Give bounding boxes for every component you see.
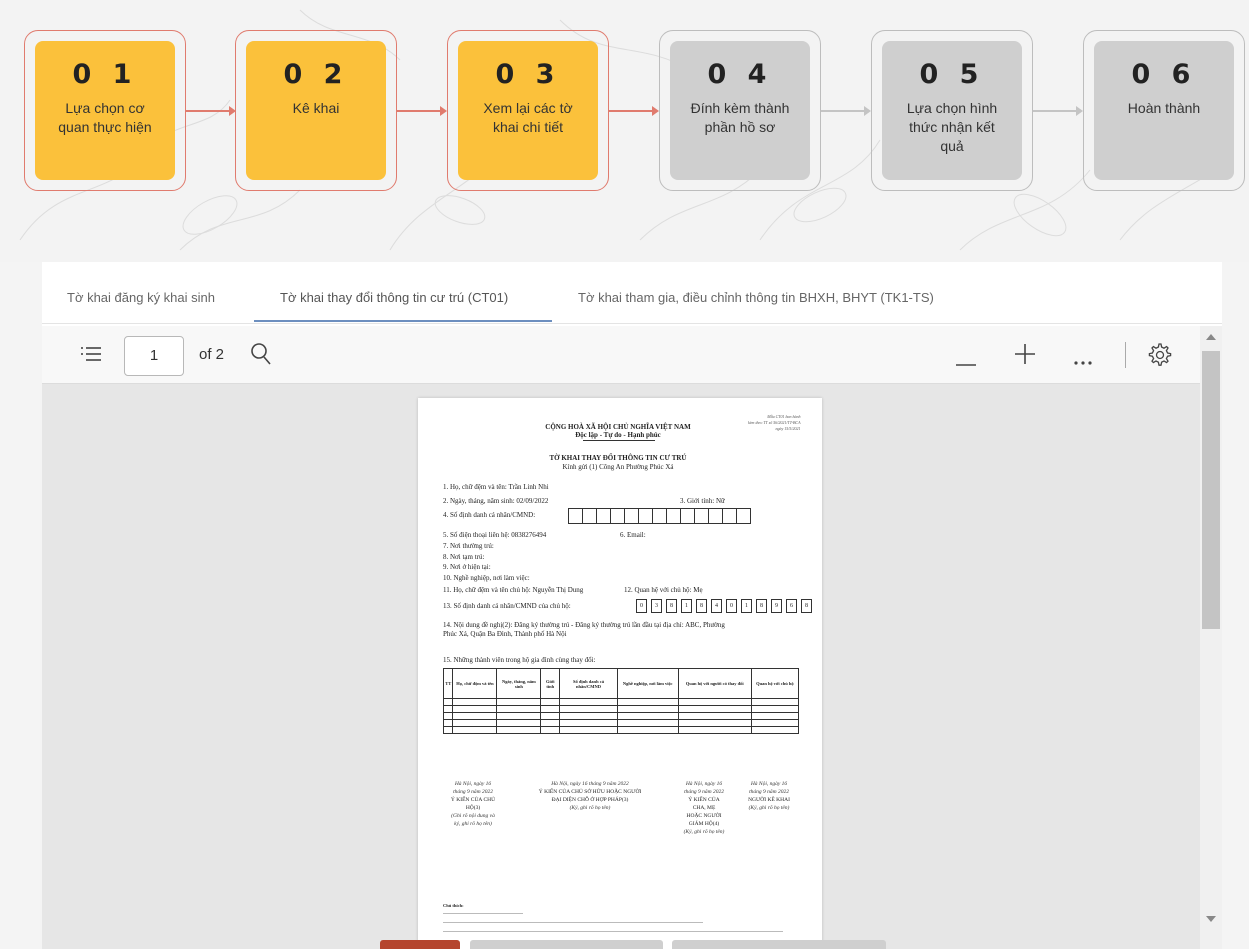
field-id-number: 4. Số định danh cá nhân/CMND:: [443, 511, 536, 519]
step-4-label: Đính kèm thành phần hồ sơ: [690, 100, 790, 135]
table-row: [442, 705, 800, 713]
toolbar-divider: [1125, 342, 1126, 368]
scroll-down-icon[interactable]: [1206, 916, 1216, 922]
signature-guardian: Hà Nội, ngày 16 tháng 9 năm 2022 Ý KIẾN …: [683, 781, 725, 835]
field-household-head: 11. Họ, chữ đệm và tên chủ hộ: Nguyễn Th…: [443, 586, 584, 594]
tab-residence-change-ct01[interactable]: Tờ khai thay đổi thông tin cư trú (CT01): [280, 290, 508, 305]
step-3-box: 0 3 Xem lại các tờ khai chi tiết: [458, 41, 598, 180]
floral-background-decoration: [19, 9, 1231, 251]
step-2-label: Kê khai: [292, 100, 340, 116]
step-3-number: 0 3: [495, 59, 561, 90]
stepper-background: [0, 0, 1249, 262]
table-row: [442, 726, 800, 734]
step-2-number: 0 2: [283, 59, 349, 90]
table-row: [442, 712, 800, 720]
signature-owner: Hà Nội, ngày 16 tháng 9 năm 2022 Ý KIẾN …: [538, 781, 642, 811]
declaration-card: Tờ khai đăng ký khai sinh Tờ khai thay đ…: [42, 262, 1222, 949]
step-arrow-5: [1033, 106, 1083, 116]
pdf-toolbar: 1 of 2: [42, 326, 1222, 384]
field-dob: 2. Ngày, tháng, năm sinh: 02/09/2022: [443, 497, 549, 505]
scroll-up-icon[interactable]: [1206, 334, 1216, 340]
step-1[interactable]: 0 1 Lựa chọn cơ quan thực hiện: [24, 30, 186, 191]
settings-icon[interactable]: [1148, 343, 1172, 372]
members-table-header: TT Họ, chữ đệm và tên Ngày, tháng, năm s…: [442, 668, 800, 699]
zoom-in-icon[interactable]: [1015, 344, 1035, 369]
field-members-heading: 15. Những thành viên trong hộ gia đình c…: [443, 656, 596, 664]
step-arrow-3: [609, 106, 659, 116]
step-5-box: 0 5 Lựa chọn hình thức nhận kết quả: [882, 41, 1022, 180]
field-full-name: 1. Họ, chữ đệm và tên: Trần Linh Nhi: [443, 483, 549, 491]
step-6-number: 0 6: [1131, 59, 1197, 90]
form-title: TỜ KHAI THAY ĐỔI THÔNG TIN CƯ TRÚ: [549, 454, 687, 462]
page-number-input[interactable]: 1: [124, 336, 184, 376]
scrollbar-thumb[interactable]: [1202, 351, 1220, 629]
document-page: Mẫu CT01 ban hành kèm theo TT số 56/2021…: [418, 398, 822, 949]
tab-birth-registration[interactable]: Tờ khai đăng ký khai sinh: [67, 290, 215, 305]
field-phone: 5. Số điện thoại liên hệ: 0838276494: [443, 531, 547, 539]
field-email: 6. Email:: [620, 531, 646, 539]
step-4[interactable]: 0 4 Đính kèm thành phần hồ sơ: [659, 30, 821, 191]
field-request-line2: Phúc Xá, Quận Ba Đình, Thành phố Hà Nội: [443, 630, 567, 638]
tab-social-insurance-tk1[interactable]: Tờ khai tham gia, điều chỉnh thông tin B…: [578, 290, 934, 305]
active-tab-indicator: [254, 320, 552, 322]
step-1-box: 0 1 Lựa chọn cơ quan thực hiện: [35, 41, 175, 180]
motto-underline: [583, 440, 655, 441]
signature-declarant: Hà Nội, ngày 16 tháng 9 năm 2022 NGƯỜI K…: [748, 781, 790, 811]
step-6-label: Hoàn thành: [1127, 100, 1201, 116]
step-6[interactable]: 0 6 Hoàn thành: [1083, 30, 1245, 191]
form-code-note: Mẫu CT01 ban hành kèm theo TT số 56/2021…: [748, 414, 801, 431]
members-table: TT Họ, chữ đệm và tên Ngày, tháng, năm s…: [442, 668, 800, 734]
step-3[interactable]: 0 3 Xem lại các tờ khai chi tiết: [447, 30, 609, 191]
step-1-number: 0 1: [72, 59, 138, 90]
table-row: [442, 698, 800, 706]
contents-icon[interactable]: [80, 346, 102, 369]
field-permanent-residence: 7. Nơi thường trú:: [443, 542, 494, 550]
zoom-out-icon[interactable]: [956, 354, 976, 372]
signature-household-head: Hà Nội, ngày 16 tháng 9 năm 2022 Ý KIẾN …: [450, 781, 496, 827]
step-4-number: 0 4: [707, 59, 773, 90]
field-temporary-residence: 8. Nơi tạm trú:: [443, 553, 485, 561]
step-2[interactable]: 0 2 Kê khai: [235, 30, 397, 191]
more-icon[interactable]: [1074, 352, 1092, 370]
step-arrow-4: [821, 106, 871, 116]
step-5-number: 0 5: [919, 59, 985, 90]
pdf-viewer: 1 of 2 Mẫu CT01 ban hành kèm theo TT số …: [42, 326, 1222, 949]
step-arrow-2: [397, 106, 447, 116]
back-button[interactable]: [380, 940, 460, 949]
table-row: [442, 719, 800, 727]
step-6-box: 0 6 Hoàn thành: [1094, 41, 1234, 180]
step-4-box: 0 4 Đính kèm thành phần hồ sơ: [670, 41, 810, 180]
step-1-label: Lựa chọn cơ quan thực hiện: [58, 100, 152, 135]
motto: Độc lập - Tự do - Hạnh phúc: [575, 431, 661, 439]
field-gender: 3. Giới tính: Nữ: [680, 497, 725, 505]
step-2-box: 0 2 Kê khai: [246, 41, 386, 180]
footnote-title: Chú thích:: [443, 903, 464, 908]
recipient: Kính gửi (1) Công An Phường Phúc Xá: [562, 463, 674, 471]
field-head-id: 13. Số định danh cá nhân/CMND của chủ hộ…: [443, 602, 571, 610]
action-button-2[interactable]: [470, 940, 663, 949]
footnote-line: [443, 922, 703, 923]
action-button-3[interactable]: [672, 940, 886, 949]
step-arrow-1: [186, 106, 236, 116]
footnote-line: [443, 931, 783, 932]
step-3-label: Xem lại các tờ khai chi tiết: [483, 100, 573, 135]
footnote-line: [443, 913, 523, 914]
field-relation-head: 12. Quan hệ với chủ hộ: Mẹ: [624, 586, 703, 594]
search-icon[interactable]: [250, 342, 272, 371]
field-occupation: 10. Nghề nghiệp, nơi làm việc:: [443, 574, 530, 582]
page-total-label: of 2: [199, 346, 225, 363]
nation-heading: CỘNG HOÀ XÃ HỘI CHỦ NGHĨA VIỆT NAM: [545, 423, 691, 431]
field-current-residence: 9. Nơi ở hiện tại:: [443, 563, 491, 571]
field-request-line1: 14. Nội dung đề nghị(2): Đăng ký thường …: [443, 621, 725, 629]
form-tabs: Tờ khai đăng ký khai sinh Tờ khai thay đ…: [42, 262, 1222, 324]
step-5[interactable]: 0 5 Lựa chọn hình thức nhận kết quả: [871, 30, 1033, 191]
step-5-label: Lựa chọn hình thức nhận kết quả: [906, 100, 998, 154]
